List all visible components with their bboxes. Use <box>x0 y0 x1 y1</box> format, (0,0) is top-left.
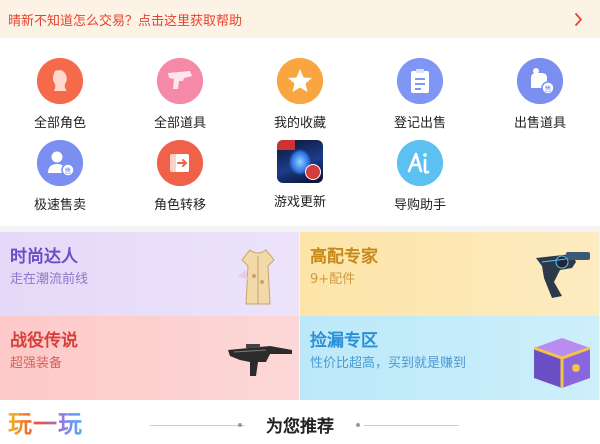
grid-item-label: 导购助手 <box>393 198 446 213</box>
grid-item-label: 游戏更新 <box>273 195 326 210</box>
chevron-right-icon <box>575 12 582 26</box>
grid-item-shopping-assistant[interactable]: 导购助手 <box>360 140 480 213</box>
card-subtitle: 超强装备 <box>10 356 63 371</box>
help-banner-text: 晴新不知道怎么交易？点击这里获取帮助 <box>8 13 243 29</box>
grid-item-label: 极速售卖 <box>33 198 86 213</box>
outfit-icon <box>238 249 275 305</box>
help-banner[interactable]: 晴新不知道怎么交易？点击这里获取帮助 <box>0 0 600 38</box>
card-subtitle: 走在潮流前线 <box>10 272 89 287</box>
grid-item-game-update[interactable]: 游戏更新 <box>240 140 360 210</box>
card-campaign-legend[interactable]: 战役传说 超强装备 <box>0 316 299 400</box>
grid-item-sell-items[interactable]: 售 出售道具 <box>480 58 600 140</box>
revolver-icon <box>536 252 590 298</box>
category-panel: 全部角色 全部道具 我的收藏 登记出售 售 出售道具 售 极速售卖 角色转移 游… <box>0 38 600 226</box>
grid-item-label: 登记出售 <box>393 116 446 131</box>
card-subtitle: 9+配件 <box>310 272 356 287</box>
card-title: 高配专家 <box>310 247 378 267</box>
divider-dot-right <box>356 423 360 427</box>
grid-item-label: 我的收藏 <box>273 116 326 131</box>
grid-item-register-sale[interactable]: 登记出售 <box>360 58 480 140</box>
grid-item-label: 出售道具 <box>513 116 566 131</box>
grid-item-label: 全部道具 <box>153 116 206 131</box>
card-bargain-zone[interactable]: 捡漏专区 性价比超高，买到就是赚到 <box>300 316 599 400</box>
recommend-header: 玩一玩 为您推荐 <box>0 400 600 444</box>
card-title: 捡漏专区 <box>310 331 378 351</box>
game-thumbnail-icon <box>277 140 323 183</box>
bag-sell-icon: 售 <box>517 58 563 104</box>
grid-item-quick-sell[interactable]: 售 极速售卖 <box>0 140 120 213</box>
card-high-config-expert[interactable]: 高配专家 9+配件 <box>300 232 599 316</box>
character-icon <box>37 58 83 104</box>
card-title: 时尚达人 <box>10 247 78 267</box>
grid-item-label: 角色转移 <box>153 198 206 213</box>
divider-line-right <box>364 425 459 426</box>
grid-item-all-characters[interactable]: 全部角色 <box>0 58 120 140</box>
card-title: 战役传说 <box>10 331 78 351</box>
card-fashion-expert[interactable]: 时尚达人 走在潮流前线 <box>0 232 299 316</box>
grid-item-label: 全部角色 <box>33 116 86 131</box>
category-grid: 全部角色 全部道具 我的收藏 登记出售 售 出售道具 售 极速售卖 角色转移 游… <box>0 58 600 213</box>
svg-text:售: 售 <box>65 166 72 175</box>
gun-icon <box>157 58 203 104</box>
card-subtitle: 性价比超高，买到就是赚到 <box>310 356 467 371</box>
section-title: 为您推荐 <box>266 417 334 437</box>
grid-item-all-items[interactable]: 全部道具 <box>120 58 240 140</box>
treasure-chest-icon <box>533 338 591 388</box>
assistant-icon <box>397 140 443 186</box>
clipboard-icon <box>397 58 443 104</box>
grid-item-my-favorites[interactable]: 我的收藏 <box>240 58 360 140</box>
transfer-icon <box>157 140 203 186</box>
grid-item-character-transfer[interactable]: 角色转移 <box>120 140 240 213</box>
rifle-icon <box>228 344 292 376</box>
user-sell-icon: 售 <box>37 140 83 186</box>
feature-cards: 时尚达人 走在潮流前线 高配专家 9+配件 战役传说 超强装备 捡漏专区 性价比… <box>0 232 600 400</box>
svg-text:售: 售 <box>545 84 552 93</box>
star-icon <box>277 58 323 104</box>
